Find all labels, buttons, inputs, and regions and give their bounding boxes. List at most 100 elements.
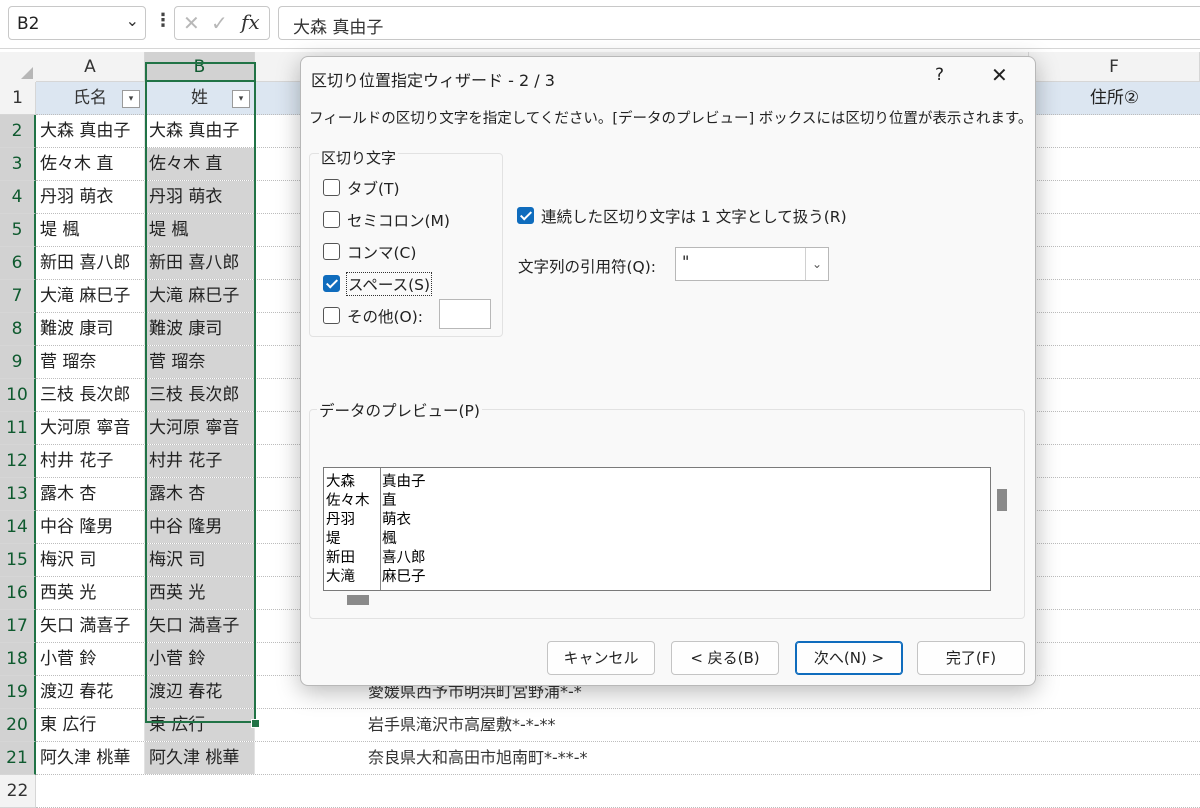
column-break-line[interactable] bbox=[380, 468, 381, 590]
cell-b[interactable]: 阿久津 桃華 bbox=[145, 742, 255, 774]
row-header[interactable]: 11 bbox=[0, 412, 36, 445]
name-box[interactable]: B2 ⌄ bbox=[8, 6, 146, 40]
row-header[interactable]: 14 bbox=[0, 511, 36, 544]
row-header[interactable]: 6 bbox=[0, 247, 36, 280]
semicolon-label[interactable]: セミコロン(M) bbox=[347, 209, 450, 231]
column-header-a[interactable]: A bbox=[36, 52, 145, 82]
other-label[interactable]: その他(O): bbox=[347, 305, 423, 327]
tab-checkbox[interactable] bbox=[323, 179, 340, 196]
cell-b[interactable]: 渡辺 春花 bbox=[145, 676, 255, 708]
comma-label[interactable]: コンマ(C) bbox=[347, 241, 416, 263]
cell-b[interactable]: 難波 康司 bbox=[145, 313, 255, 345]
row-header[interactable]: 7 bbox=[0, 280, 36, 313]
cell-a[interactable]: 大滝 麻巳子 bbox=[36, 280, 145, 312]
semicolon-checkbox[interactable] bbox=[323, 211, 340, 228]
cell-a[interactable]: 難波 康司 bbox=[36, 313, 145, 345]
header-cell-a[interactable]: 氏名 ▾ bbox=[36, 82, 145, 114]
other-checkbox[interactable] bbox=[323, 307, 340, 324]
row-header[interactable]: 3 bbox=[0, 148, 36, 181]
fill-handle[interactable] bbox=[251, 719, 260, 728]
cell-a[interactable]: 大森 真由子 bbox=[36, 115, 145, 147]
row-header[interactable]: 19 bbox=[0, 676, 36, 709]
column-header-f[interactable]: F bbox=[1029, 52, 1200, 82]
cell-b[interactable]: 新田 喜八郎 bbox=[145, 247, 255, 279]
tab-label[interactable]: タブ(T) bbox=[347, 177, 400, 199]
cell-a[interactable]: 堤 楓 bbox=[36, 214, 145, 246]
consecutive-delimiters-label[interactable]: 連続した区切り文字は 1 文字として扱う(R) bbox=[541, 205, 847, 227]
cell-a[interactable]: 矢口 満喜子 bbox=[36, 610, 145, 642]
insert-function-icon[interactable]: fx bbox=[241, 10, 260, 34]
cell-a[interactable]: 小菅 鈴 bbox=[36, 643, 145, 675]
cell-a[interactable]: 露木 杏 bbox=[36, 478, 145, 510]
text-qualifier-select[interactable]: " ⌄ bbox=[675, 247, 829, 281]
chevron-down-icon[interactable]: ⌄ bbox=[126, 11, 139, 30]
cell-a[interactable]: 東 広行 bbox=[36, 709, 145, 741]
row-header[interactable]: 13 bbox=[0, 478, 36, 511]
cell-b[interactable]: 大森 真由子 bbox=[145, 115, 255, 147]
header-cell-b[interactable]: 姓 ▾ bbox=[145, 82, 255, 114]
check-icon[interactable]: ✓ bbox=[211, 11, 228, 35]
cancel-button[interactable]: キャンセル bbox=[547, 641, 655, 675]
column-header-b[interactable]: B bbox=[145, 52, 255, 82]
select-all-corner[interactable] bbox=[0, 52, 37, 83]
cell-a[interactable]: 村井 花子 bbox=[36, 445, 145, 477]
help-icon[interactable]: ? bbox=[935, 65, 944, 85]
cell-b[interactable]: 中谷 隆男 bbox=[145, 511, 255, 543]
other-delimiter-input[interactable] bbox=[439, 299, 491, 329]
row-header[interactable]: 15 bbox=[0, 544, 36, 577]
cell-b[interactable]: 西英 光 bbox=[145, 577, 255, 609]
space-label[interactable]: スペース(S) bbox=[345, 272, 433, 296]
finish-button[interactable]: 完了(F) bbox=[917, 641, 1025, 675]
cell-a[interactable]: 渡辺 春花 bbox=[36, 676, 145, 708]
next-button[interactable]: 次へ(N) > bbox=[795, 641, 903, 675]
cancel-icon[interactable]: ✕ bbox=[183, 11, 200, 35]
cell-address[interactable]: 奈良県大和高田市旭南町*-**-* bbox=[368, 742, 588, 774]
back-button[interactable]: < 戻る(B) bbox=[671, 641, 779, 675]
row-header[interactable]: 1 bbox=[0, 82, 36, 115]
row-header[interactable]: 5 bbox=[0, 214, 36, 247]
cell-a[interactable]: 菅 瑠奈 bbox=[36, 346, 145, 378]
cell-a[interactable]: 大河原 寧音 bbox=[36, 412, 145, 444]
space-checkbox[interactable] bbox=[323, 275, 340, 292]
row-header[interactable]: 18 bbox=[0, 643, 36, 676]
cell-a[interactable]: 三枝 長次郎 bbox=[36, 379, 145, 411]
row-header[interactable]: 22 bbox=[0, 775, 36, 808]
horizontal-scrollbar-thumb[interactable] bbox=[347, 595, 369, 605]
filter-dropdown-icon[interactable]: ▾ bbox=[232, 90, 250, 108]
cell-b[interactable]: 丹羽 萌衣 bbox=[145, 181, 255, 213]
row-header[interactable]: 20 bbox=[0, 709, 36, 742]
cell-b[interactable]: 露木 杏 bbox=[145, 478, 255, 510]
cell-a[interactable]: 阿久津 桃華 bbox=[36, 742, 145, 774]
cell-b[interactable]: 矢口 満喜子 bbox=[145, 610, 255, 642]
cell-b[interactable]: 東 広行 bbox=[145, 709, 255, 741]
cell-b[interactable]: 三枝 長次郎 bbox=[145, 379, 255, 411]
row-header[interactable]: 12 bbox=[0, 445, 36, 478]
comma-checkbox[interactable] bbox=[323, 243, 340, 260]
cell-b[interactable]: 菅 瑠奈 bbox=[145, 346, 255, 378]
cell-a[interactable]: 梅沢 司 bbox=[36, 544, 145, 576]
row-header[interactable]: 17 bbox=[0, 610, 36, 643]
cell-b[interactable]: 大河原 寧音 bbox=[145, 412, 255, 444]
consecutive-delimiters-checkbox[interactable] bbox=[517, 207, 534, 224]
cell-a[interactable]: 丹羽 萌衣 bbox=[36, 181, 145, 213]
formula-input[interactable]: 大森 真由子 bbox=[278, 6, 1200, 40]
cell-a[interactable]: 佐々木 直 bbox=[36, 148, 145, 180]
chevron-down-icon[interactable]: ⌄ bbox=[805, 248, 828, 280]
row-header[interactable]: 4 bbox=[0, 181, 36, 214]
row-header[interactable]: 9 bbox=[0, 346, 36, 379]
row-header[interactable]: 21 bbox=[0, 742, 36, 775]
filter-dropdown-icon[interactable]: ▾ bbox=[122, 90, 140, 108]
vertical-scrollbar-thumb[interactable] bbox=[997, 489, 1007, 511]
row-header[interactable]: 2 bbox=[0, 115, 36, 148]
cell-b[interactable]: 大滝 麻巳子 bbox=[145, 280, 255, 312]
header-cell-f[interactable]: 住所② bbox=[1029, 82, 1200, 114]
cell-address[interactable]: 岩手県滝沢市高屋敷*-*-** bbox=[368, 709, 556, 741]
cell-b[interactable]: 堤 楓 bbox=[145, 214, 255, 246]
cell-b[interactable]: 佐々木 直 bbox=[145, 148, 255, 180]
data-preview-box[interactable]: 大森 真由子 佐々木直丹羽 萌衣堤 楓新田 喜八郎 大滝 麻巳子 bbox=[323, 467, 991, 591]
row-header[interactable]: 10 bbox=[0, 379, 36, 412]
cell-a[interactable]: 新田 喜八郎 bbox=[36, 247, 145, 279]
row-header[interactable]: 16 bbox=[0, 577, 36, 610]
cell-b[interactable]: 小菅 鈴 bbox=[145, 643, 255, 675]
cell-a[interactable]: 西英 光 bbox=[36, 577, 145, 609]
